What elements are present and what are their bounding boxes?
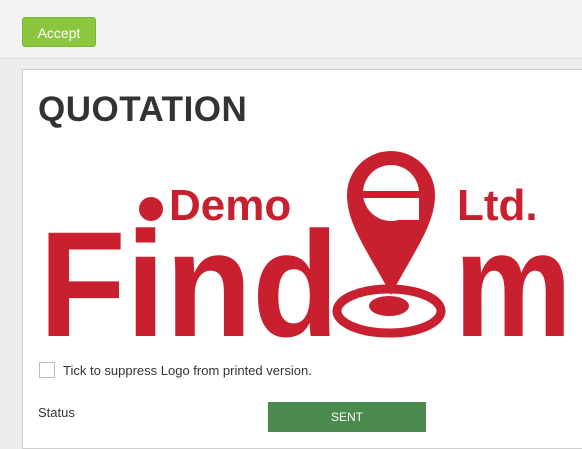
map-pin-icon bbox=[332, 151, 446, 338]
suppress-logo-row: Tick to suppress Logo from printed versi… bbox=[39, 360, 312, 380]
status-label: Status bbox=[38, 405, 75, 420]
page-title: QUOTATION bbox=[38, 90, 248, 129]
company-logo: Find Demo Ltd. m bbox=[39, 151, 572, 348]
logo-demo-text: Demo bbox=[169, 181, 291, 230]
status-badge: SENT bbox=[268, 402, 426, 432]
suppress-logo-checkbox[interactable] bbox=[39, 362, 55, 378]
top-toolbar: Accept bbox=[0, 0, 582, 59]
quotation-panel: QUOTATION Find Demo Ltd. m Tick to suppr… bbox=[22, 69, 582, 449]
logo-i-dot bbox=[139, 197, 163, 221]
suppress-logo-label: Tick to suppress Logo from printed versi… bbox=[63, 362, 312, 378]
logo-brand-right: m bbox=[454, 200, 572, 348]
accept-button[interactable]: Accept bbox=[22, 17, 96, 47]
